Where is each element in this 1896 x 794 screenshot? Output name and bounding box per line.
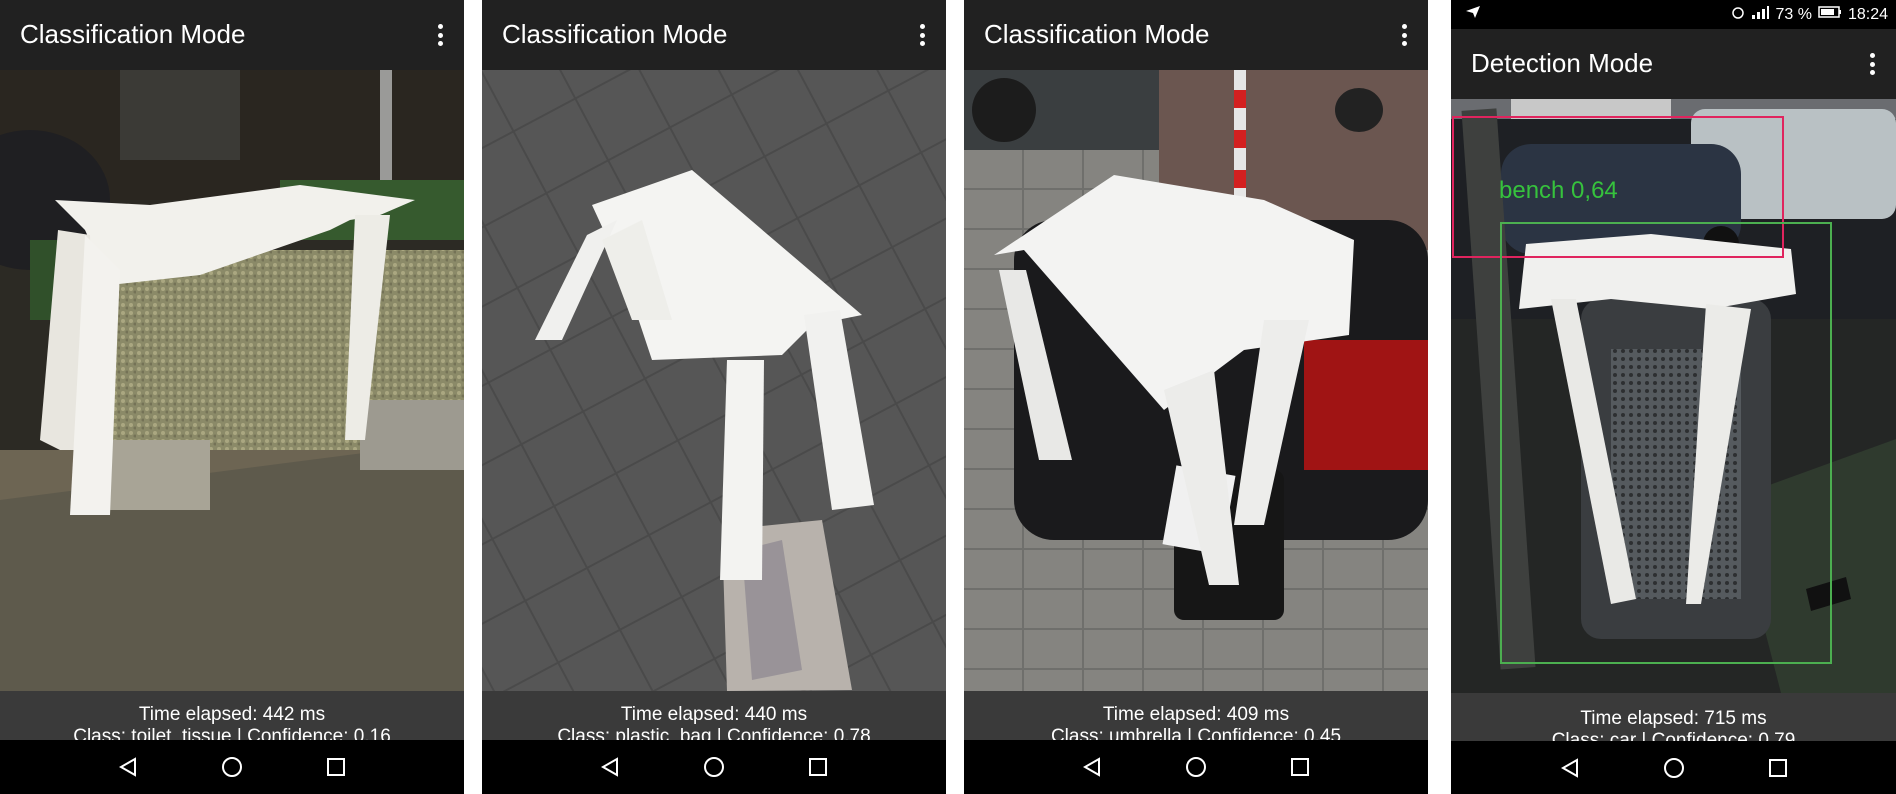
recents-icon[interactable]: [1761, 751, 1795, 785]
camera-preview: [0, 70, 464, 691]
status-bar: 73 % 18:24: [1451, 0, 1896, 29]
send-icon: [1465, 5, 1481, 24]
classification-result: Class: umbrella | Confidence: 0.45: [1050, 726, 1342, 740]
app-bar: Classification Mode: [964, 0, 1428, 70]
overflow-menu-icon[interactable]: [1862, 49, 1882, 79]
camera-preview: [482, 70, 946, 691]
back-icon[interactable]: [1553, 751, 1587, 785]
home-icon[interactable]: [215, 750, 249, 784]
alarm-icon: [1731, 5, 1745, 24]
signal-icon: [1751, 5, 1770, 24]
page-title: Classification Mode: [984, 19, 1210, 49]
battery-percent: 73 %: [1775, 5, 1812, 23]
result-panel: Time elapsed: 440 ms Class: plastic_bag …: [482, 691, 946, 740]
result-panel: Time elapsed: 409 ms Class: umbrella | C…: [964, 691, 1428, 740]
app-bar: Detection Mode: [1451, 29, 1896, 99]
phone-screen-2: Classification Mode Time elapsed: 440 ms…: [482, 0, 946, 794]
phone-screen-4: 73 % 18:24 Detection Mode bench 0,64 Tim…: [1451, 0, 1896, 794]
page-title: Classification Mode: [20, 19, 246, 49]
battery-icon: [1818, 5, 1842, 24]
overflow-menu-icon[interactable]: [1394, 20, 1414, 50]
back-icon[interactable]: [1075, 750, 1109, 784]
recents-icon[interactable]: [319, 750, 353, 784]
time-elapsed: Time elapsed: 440 ms: [620, 704, 808, 725]
navigation-bar: [482, 740, 946, 794]
detection-label: bench 0,64: [1499, 177, 1618, 204]
classification-result: Class: car | Confidence: 0.79: [1551, 730, 1796, 741]
classification-result: Class: plastic_bag | Confidence: 0.78: [557, 726, 871, 740]
result-panel: Time elapsed: 715 ms Class: car | Confid…: [1451, 693, 1896, 741]
overflow-menu-icon[interactable]: [430, 20, 450, 50]
result-panel: Time elapsed: 442 ms Class: toilet_tissu…: [0, 691, 464, 740]
clock: 18:24: [1847, 5, 1888, 23]
camera-preview: [964, 70, 1428, 691]
time-elapsed: Time elapsed: 409 ms: [1102, 704, 1290, 725]
app-bar: Classification Mode: [482, 0, 946, 70]
page-title: Classification Mode: [502, 19, 728, 49]
back-icon[interactable]: [593, 750, 627, 784]
home-icon[interactable]: [697, 750, 731, 784]
back-icon[interactable]: [111, 750, 145, 784]
app-bar: Classification Mode: [0, 0, 464, 70]
time-elapsed: Time elapsed: 442 ms: [138, 704, 326, 725]
navigation-bar: [1451, 741, 1896, 794]
phone-screen-3: Classification Mode Time elapsed: 409 ms…: [964, 0, 1428, 794]
page-title: Detection Mode: [1471, 48, 1654, 78]
recents-icon[interactable]: [801, 750, 835, 784]
camera-preview: bench 0,64: [1451, 99, 1896, 693]
classification-result: Class: toilet_tissue | Confidence: 0.16: [73, 726, 391, 740]
home-icon[interactable]: [1657, 751, 1691, 785]
recents-icon[interactable]: [1283, 750, 1317, 784]
phone-screen-1: Classification Mode Time elapsed: 442 ms…: [0, 0, 464, 794]
overflow-menu-icon[interactable]: [912, 20, 932, 50]
home-icon[interactable]: [1179, 750, 1213, 784]
navigation-bar: [964, 740, 1428, 794]
time-elapsed: Time elapsed: 715 ms: [1580, 708, 1767, 729]
navigation-bar: [0, 740, 464, 794]
